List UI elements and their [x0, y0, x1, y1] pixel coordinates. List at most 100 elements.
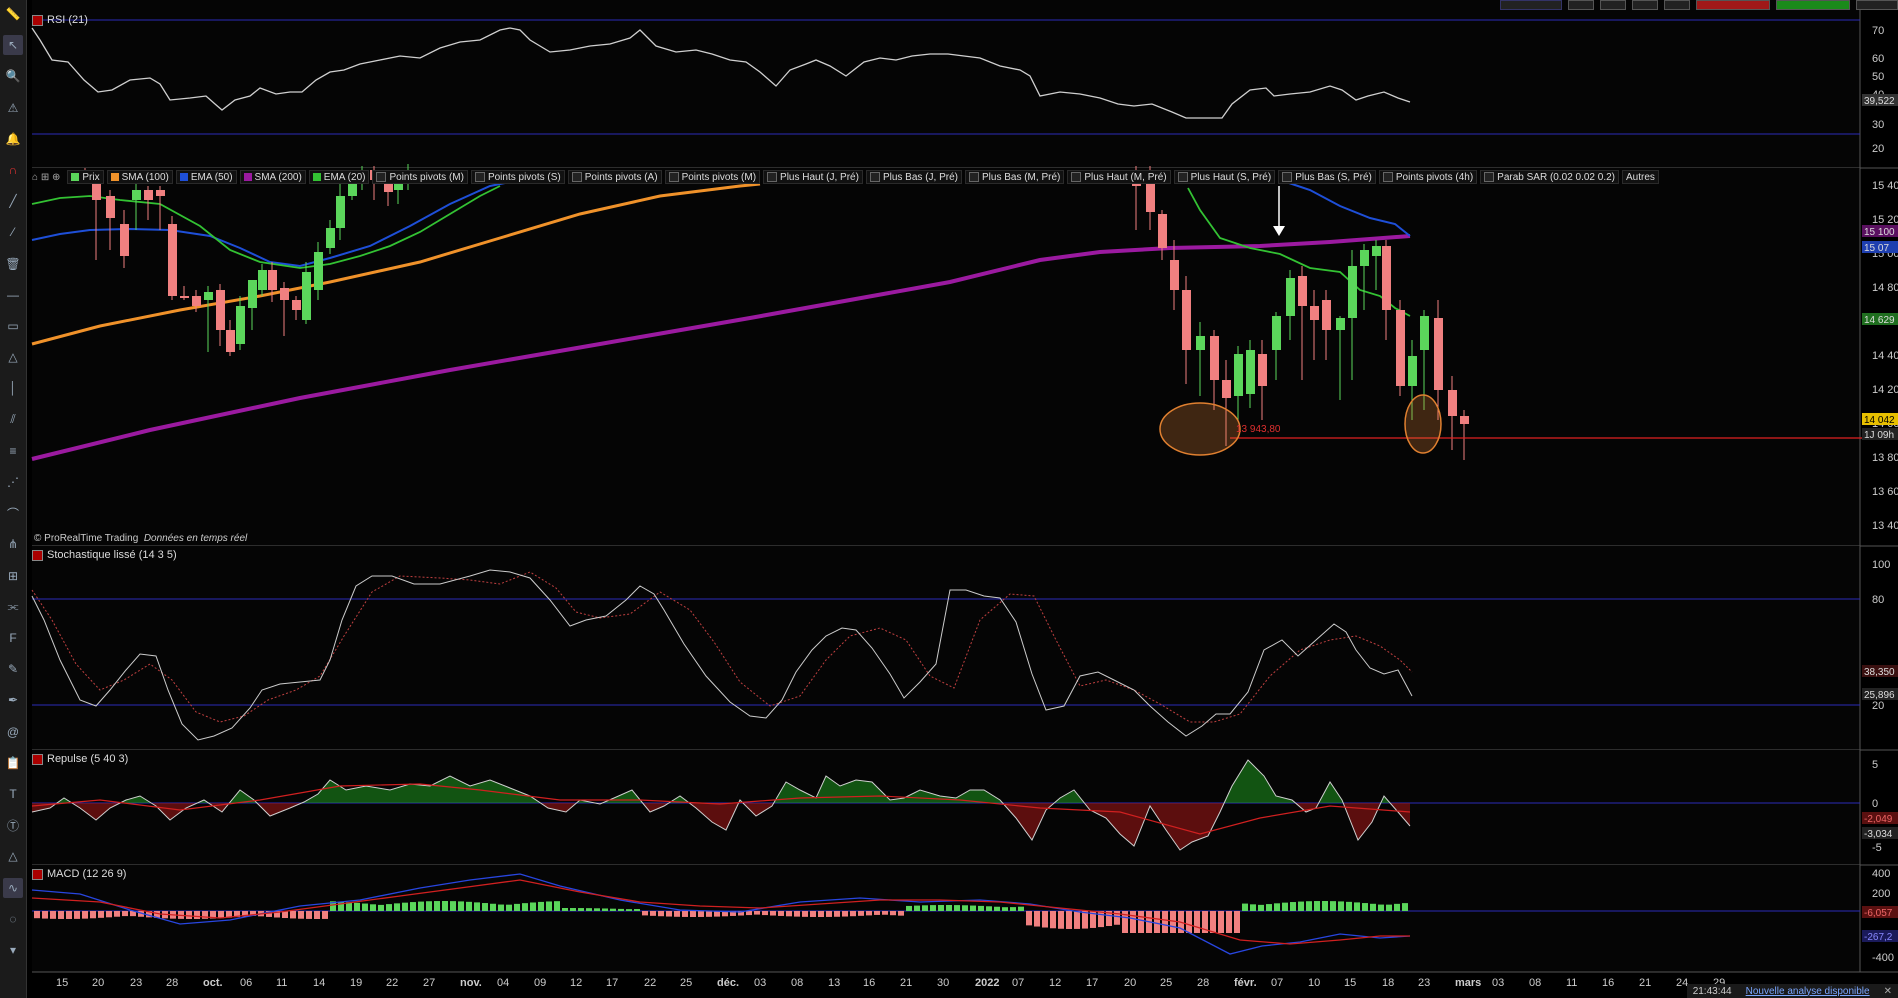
legend-label: Plus Haut (J, Pré)	[780, 171, 859, 183]
macd-histogram-bar	[450, 901, 456, 911]
legend-item[interactable]: Prix	[67, 170, 104, 184]
price-tick-label: 15 400	[1872, 180, 1898, 192]
pen-icon[interactable]: ✒	[3, 690, 23, 710]
legend-item[interactable]: Plus Haut (M, Pré)	[1067, 170, 1171, 184]
regression-icon[interactable]: ⫘	[3, 597, 23, 617]
new-analysis-link[interactable]: Nouvelle analyse disponible	[1746, 986, 1870, 997]
segment-icon[interactable]: ⁄	[3, 222, 23, 242]
candle	[1408, 356, 1417, 386]
channel-icon[interactable]: ⫽	[3, 410, 23, 430]
zoom-icon[interactable]: 🔍	[3, 66, 23, 86]
macd-title[interactable]: MACD (12 26 9)	[32, 868, 126, 880]
cursor-icon[interactable]: ↖	[3, 35, 23, 56]
window-button[interactable]	[1600, 0, 1626, 10]
legend-item[interactable]: Points pivots (M)	[372, 170, 468, 184]
macd-histogram-bar	[1082, 911, 1088, 929]
legend-tools-icon[interactable]: ⌂ ⊞ ⊕	[32, 172, 60, 183]
legend-item[interactable]: Points pivots (S)	[470, 170, 565, 184]
legend-item[interactable]: Plus Haut (J, Pré)	[763, 170, 863, 184]
x-axis-label: 07	[1271, 977, 1283, 989]
legend-item[interactable]: EMA (20)	[308, 170, 370, 184]
macd-histogram-bar	[1154, 911, 1160, 933]
sell-button[interactable]	[1696, 0, 1770, 10]
macd-histogram-bar	[458, 901, 464, 911]
legend-item[interactable]: EMA (50)	[175, 170, 237, 184]
macd-histogram-bar	[954, 905, 960, 911]
t-icon[interactable]: T	[3, 784, 23, 804]
candle	[1310, 306, 1319, 320]
legend-item[interactable]: Points pivots (M)	[664, 170, 761, 184]
fib-arc-icon[interactable]: ⌒	[3, 503, 23, 523]
repulse-title[interactable]: Repulse (5 40 3)	[32, 753, 128, 765]
stoch-tick-label: 20	[1872, 700, 1884, 712]
legend-item[interactable]: SMA (100)	[106, 170, 173, 184]
legend-item[interactable]: Parab SAR (0.02 0.02 0.2)	[1480, 170, 1620, 184]
macd-histogram-bar	[314, 911, 320, 919]
macd-histogram-bar	[1394, 903, 1400, 911]
wrench-icon[interactable]: ✎	[3, 659, 23, 679]
macd-histogram-bar	[410, 902, 416, 911]
text-bubble-icon[interactable]: Ⓣ	[3, 815, 23, 835]
close-icon[interactable]: ✕	[1884, 986, 1892, 997]
window-button[interactable]	[1568, 0, 1594, 10]
lasso-icon[interactable]: ◌	[3, 909, 23, 929]
macd-histogram-bar	[1138, 911, 1144, 933]
rsi-tick-label: 70	[1872, 25, 1884, 37]
candle	[302, 272, 311, 320]
macd-histogram-bar	[794, 911, 800, 917]
x-axis-label: 16	[1602, 977, 1614, 989]
vline-icon[interactable]: │	[3, 378, 23, 398]
price-tick-label: 14 200	[1872, 384, 1898, 396]
macd-histogram-bar	[434, 901, 440, 911]
legend-item[interactable]: Plus Haut (S, Pré)	[1173, 170, 1276, 184]
macd-histogram-bar	[1218, 911, 1224, 933]
wave-icon[interactable]: ∿	[3, 877, 23, 898]
more-icon[interactable]: ▾	[3, 940, 23, 960]
macd-histogram-bar	[186, 911, 192, 919]
legend-item[interactable]: Plus Bas (J, Pré)	[865, 170, 962, 184]
rectangle-icon[interactable]: ▭	[3, 316, 23, 336]
ema50-axis-label: 15 07	[1864, 243, 1889, 254]
clipboard-icon[interactable]: 📋	[3, 753, 23, 773]
buy-button[interactable]	[1776, 0, 1850, 10]
macd-histogram-bar	[1346, 901, 1352, 911]
triangle-icon[interactable]: △	[3, 347, 23, 367]
fib-fan-icon[interactable]: ⋰	[3, 472, 23, 492]
macd-histogram-bar	[514, 903, 520, 911]
pitchfork-icon[interactable]: ⋔	[3, 534, 23, 554]
macd-histogram-bar	[498, 904, 504, 911]
stoch-title[interactable]: Stochastique lissé (14 3 5)	[32, 549, 177, 561]
macd-histogram-bar	[402, 902, 408, 911]
magnet-icon[interactable]: ∩	[3, 160, 23, 180]
stoch-last-label-2: 25,896	[1864, 690, 1895, 701]
trash-icon[interactable]: 🗑	[3, 254, 23, 274]
fibonacci-icon[interactable]: ≡	[3, 441, 23, 461]
hline-icon[interactable]: —	[3, 285, 23, 305]
legend-item[interactable]: Autres	[1622, 170, 1659, 184]
macd-histogram-bar	[1130, 911, 1136, 933]
line-icon[interactable]: ╱	[3, 191, 23, 211]
alert-icon[interactable]: ⚠	[3, 98, 23, 118]
rsi-title[interactable]: RSI (21)	[32, 14, 88, 26]
chart-canvas[interactable]: 70605040302015 40015 20015 00014 80014 6…	[0, 0, 1898, 998]
legend-item[interactable]: Plus Bas (M, Pré)	[964, 170, 1065, 184]
spiral-icon[interactable]: @	[3, 722, 23, 742]
window-button[interactable]	[1500, 0, 1562, 10]
window-button[interactable]	[1856, 0, 1898, 10]
ruler-icon[interactable]: 📏	[3, 4, 23, 24]
candle	[120, 224, 129, 256]
bell-icon[interactable]: 🔔	[3, 129, 23, 149]
legend-item[interactable]: Points pivots (4h)	[1378, 170, 1478, 184]
text-icon[interactable]: F	[3, 628, 23, 648]
window-button[interactable]	[1632, 0, 1658, 10]
window-button[interactable]	[1664, 0, 1690, 10]
legend-swatch	[767, 172, 778, 182]
gann-icon[interactable]: ⊞	[3, 566, 23, 586]
warning-icon[interactable]: △	[3, 846, 23, 866]
candle	[1246, 350, 1255, 394]
candle	[292, 300, 301, 310]
legend-item[interactable]: SMA (200)	[239, 170, 306, 184]
x-axis-label: 25	[1160, 977, 1172, 989]
legend-item[interactable]: Points pivots (A)	[567, 170, 662, 184]
legend-item[interactable]: Plus Bas (S, Pré)	[1278, 170, 1376, 184]
